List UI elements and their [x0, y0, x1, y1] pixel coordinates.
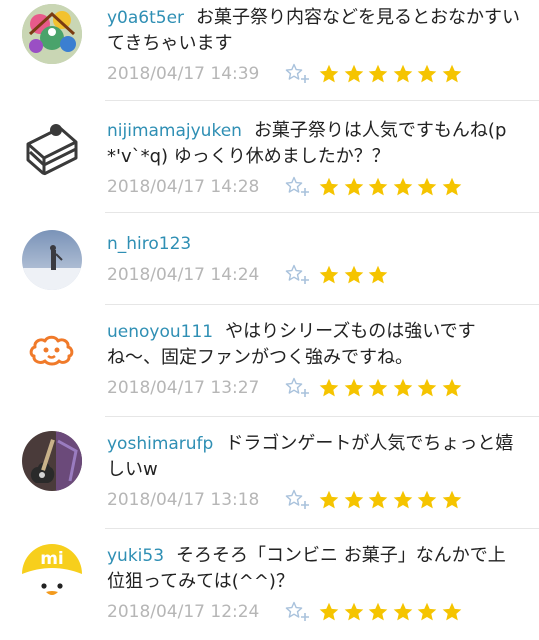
mi-chick-avatar-icon[interactable]: mi — [22, 544, 82, 604]
star-icon — [442, 64, 461, 83]
comment-item: n_hiro123 2018/04/17 14:24 — [0, 213, 539, 305]
comment-item: nijimamajyuken お菓子祭りは人気ですもんね(p*'v`*q) ゆっく… — [0, 101, 539, 213]
star-icon — [344, 602, 363, 621]
comment-text: yuki53 そろそろ「コンビニ お菓子」なんかで上位狙ってみては(^^)？ — [107, 543, 521, 594]
star-icon — [417, 378, 437, 397]
star-icon — [417, 177, 437, 196]
comment-text: uenoyou111 やはりシリーズものは強いですね〜、固定ファンがつく強みですね… — [107, 319, 521, 370]
star-icon — [344, 64, 363, 83]
star-icon — [344, 177, 363, 196]
timestamp: 2018/04/17 13:27 — [107, 378, 260, 398]
star-rating — [319, 265, 393, 285]
username-link[interactable]: y0a6t5er — [107, 8, 184, 28]
timestamp: 2018/04/17 12:24 — [107, 602, 260, 622]
star-rating — [319, 490, 466, 510]
star-icon — [344, 265, 363, 284]
star-icon — [393, 177, 412, 196]
star-icon — [442, 602, 461, 621]
star-icon — [442, 490, 461, 509]
add-favorite-icon[interactable] — [285, 600, 319, 624]
star-icon — [417, 490, 437, 509]
comment-list: y0a6t5er お菓子祭り内容などを見るとおなかすいてきちゃいます 2018/0… — [0, 0, 539, 640]
star-icon — [319, 177, 339, 196]
comment-item: mi yuki53 そろそろ「コンビニ お菓子」なんかで上位狙ってみては(^^)？… — [0, 529, 539, 640]
star-icon — [393, 602, 412, 621]
star-icon — [319, 490, 339, 509]
star-rating — [319, 602, 466, 622]
comment-text: y0a6t5er お菓子祭り内容などを見るとおなかすいてきちゃいます — [107, 5, 521, 56]
snow-landscape-avatar-icon[interactable] — [22, 230, 82, 290]
add-favorite-icon[interactable] — [285, 263, 319, 287]
star-icon — [393, 490, 412, 509]
star-icon — [319, 378, 339, 397]
star-icon — [442, 177, 461, 196]
add-favorite-icon[interactable] — [285, 175, 319, 199]
star-rating — [319, 64, 466, 84]
guitar-avatar-icon[interactable] — [22, 431, 82, 491]
comment-item: yoshimarufp ドラゴンゲートが人気でちょっと嬉しいw 2018/04/1… — [0, 417, 539, 529]
comment-text: yoshimarufp ドラゴンゲートが人気でちょっと嬉しいw — [107, 431, 521, 482]
star-icon — [393, 378, 412, 397]
star-icon — [368, 378, 388, 397]
star-icon — [368, 490, 388, 509]
star-icon — [393, 64, 412, 83]
star-icon — [319, 602, 339, 621]
star-icon — [417, 602, 437, 621]
username-link[interactable]: yoshimarufp — [107, 434, 213, 454]
comment-message: そろそろ「コンビニ お菓子」なんかで上位狙ってみては(^^)？ — [107, 545, 506, 592]
timestamp: 2018/04/17 14:39 — [107, 64, 260, 84]
star-icon — [344, 378, 363, 397]
username-link[interactable]: nijimamajyuken — [107, 121, 242, 141]
star-icon — [442, 378, 461, 397]
comment-text: n_hiro123 — [107, 231, 521, 257]
star-icon — [417, 64, 437, 83]
star-icon — [344, 490, 363, 509]
star-icon — [319, 64, 339, 83]
timestamp: 2018/04/17 13:18 — [107, 490, 260, 510]
orange-face-avatar-icon[interactable] — [22, 320, 82, 380]
star-icon — [368, 64, 388, 83]
add-favorite-icon[interactable] — [285, 488, 319, 512]
comment-item: y0a6t5er お菓子祭り内容などを見るとおなかすいてきちゃいます 2018/0… — [0, 0, 539, 101]
star-icon — [368, 177, 388, 196]
add-favorite-icon[interactable] — [285, 62, 319, 86]
comment-item: uenoyou111 やはりシリーズものは強いですね〜、固定ファンがつく強みですね… — [0, 305, 539, 417]
star-rating — [319, 378, 466, 398]
colorful-art-avatar-icon[interactable] — [22, 4, 82, 64]
username-link[interactable]: n_hiro123 — [107, 234, 191, 254]
star-icon — [319, 265, 339, 284]
timestamp: 2018/04/17 14:24 — [107, 265, 260, 285]
star-icon — [368, 602, 388, 621]
username-link[interactable]: yuki53 — [107, 546, 164, 566]
star-rating — [319, 177, 466, 197]
star-icon — [368, 265, 388, 284]
cake-avatar-icon[interactable] — [22, 116, 82, 176]
comment-text: nijimamajyuken お菓子祭りは人気ですもんね(p*'v`*q) ゆっく… — [107, 118, 521, 169]
timestamp: 2018/04/17 14:28 — [107, 177, 260, 197]
add-favorite-icon[interactable] — [285, 376, 319, 400]
svg-text:mi: mi — [40, 549, 64, 569]
username-link[interactable]: uenoyou111 — [107, 322, 213, 342]
